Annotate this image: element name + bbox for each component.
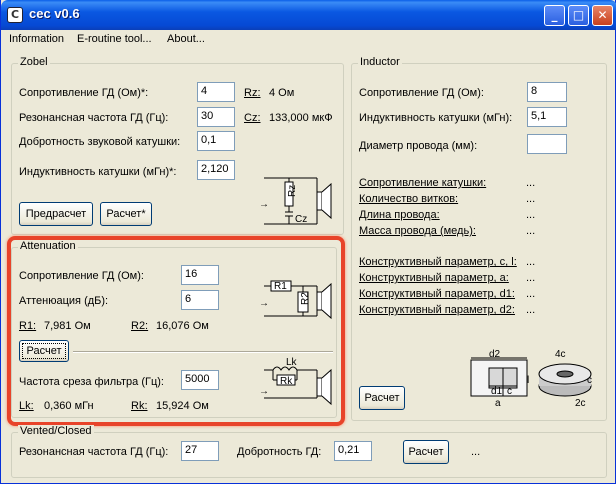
ind-coil-diagram: d2 d1 c a l 4c c 2c	[470, 349, 592, 409]
close-button[interactable]: ✕	[592, 5, 613, 26]
ind-res2-label-3: Конструктивный параметр, d2:	[359, 304, 515, 316]
ind-impedance-label: Сопротивление ГД (Ом):	[359, 87, 484, 99]
ind-calc-button[interactable]: Расчет	[359, 386, 405, 410]
window-title: cec v0.6	[29, 6, 80, 21]
zobel-cz-value: 133,000 мкФ	[269, 112, 333, 124]
zobel-rz-name: Rz:	[244, 87, 261, 99]
ind-wire-diameter-input[interactable]	[527, 134, 567, 154]
ind-res2-value-0: ...	[526, 256, 536, 268]
ind-diagram-d2: d2	[489, 349, 501, 360]
zobel-title: Zobel	[18, 56, 50, 68]
minimize-button[interactable]: _	[544, 5, 565, 26]
menu-information[interactable]: Information	[9, 33, 64, 45]
main-window: C cec v0.6 _ □ ✕ Information E-routine t…	[0, 0, 616, 484]
ind-inductance-input[interactable]: 5,1	[527, 107, 567, 127]
ind-res2-label-1: Конструктивный параметр, a:	[359, 272, 509, 284]
ind-res2-value-1: ...	[526, 272, 536, 284]
ind-diagram-c-side: c	[587, 375, 592, 386]
zobel-schematic-r: Rz	[287, 185, 298, 197]
ind-res2-value-3: ...	[526, 304, 536, 316]
ind-res1-value-3: ...	[526, 225, 536, 237]
vented-resonance-label: Резонансная частота ГД (Гц):	[19, 446, 169, 458]
menu-bar: Information E-routine tool... About...	[2, 30, 615, 50]
zobel-impedance-label: Сопротивление ГД (Ом)*:	[19, 87, 149, 99]
ind-res1-label-1: Количество витков:	[359, 193, 459, 205]
vented-calc-button[interactable]: Расчет	[403, 440, 449, 464]
zobel-schematic-c: Cz	[295, 214, 307, 225]
ind-res1-label-3: Масса провода (медь):	[359, 225, 476, 237]
ind-wire-diameter-label: Диаметр провода (мм):	[359, 140, 478, 152]
ind-diagram-4c: 4c	[555, 349, 566, 360]
inductor-title: Inductor	[358, 56, 402, 68]
ind-res1-label-2: Длина провода:	[359, 209, 440, 221]
ind-res1-value-1: ...	[526, 193, 536, 205]
title-bar[interactable]: C cec v0.6 _ □ ✕	[1, 0, 616, 30]
menu-about[interactable]: About...	[167, 33, 205, 45]
ind-res1-value-2: ...	[526, 209, 536, 221]
ind-diagram-d1: d1	[491, 386, 503, 397]
zobel-q-label: Добротность звуковой катушки:	[19, 136, 181, 148]
zobel-q-input[interactable]: 0,1	[197, 131, 235, 151]
zobel-rz-value: 4 Ом	[269, 87, 295, 99]
vented-title: Vented/Closed	[18, 425, 94, 437]
ind-inductance-label: Индуктивность катушки (мГн):	[359, 112, 513, 124]
zobel-inductance-input[interactable]: 2,120	[197, 160, 235, 180]
vented-resonance-input[interactable]: 27	[181, 441, 219, 461]
vented-q-label: Добротность ГД:	[237, 446, 322, 458]
ind-res1-value-0: ...	[526, 177, 536, 189]
zobel-cz-name: Cz:	[244, 112, 261, 124]
ind-diagram-c: c	[507, 386, 512, 397]
attenuation-highlight	[7, 236, 345, 426]
ind-res2-value-2: ...	[526, 288, 536, 300]
zobel-inductance-label: Индуктивность катушки (мГн)*:	[19, 166, 177, 178]
app-icon: C	[7, 7, 23, 23]
zobel-resonance-input[interactable]: 30	[197, 107, 235, 127]
zobel-precalc-button[interactable]: Предрасчет	[19, 202, 93, 226]
vented-result: ...	[471, 446, 481, 458]
zobel-schematic: Rz Cz →	[259, 177, 332, 225]
zobel-impedance-input[interactable]: 4	[197, 82, 235, 102]
menu-e-routine-tool[interactable]: E-routine tool...	[77, 33, 152, 45]
ind-impedance-input[interactable]: 8	[527, 82, 567, 102]
ind-diagram-2c: 2c	[575, 398, 586, 409]
ind-res1-label-0: Сопротивление катушки:	[359, 177, 487, 189]
vented-q-input[interactable]: 0,21	[334, 441, 372, 461]
ind-res2-label-0: Конструктивный параметр, c, l:	[359, 256, 517, 268]
zobel-calc-button[interactable]: Расчет*	[100, 202, 152, 226]
zobel-resonance-label: Резонансная частота ГД (Гц):	[19, 112, 169, 124]
ind-diagram-l: l	[527, 375, 529, 386]
ind-diagram-a: a	[495, 398, 501, 409]
zobel-schematic-arrow: →	[259, 199, 269, 210]
maximize-button[interactable]: □	[568, 5, 589, 26]
ind-res2-label-2: Конструктивный параметр, d1:	[359, 288, 515, 300]
